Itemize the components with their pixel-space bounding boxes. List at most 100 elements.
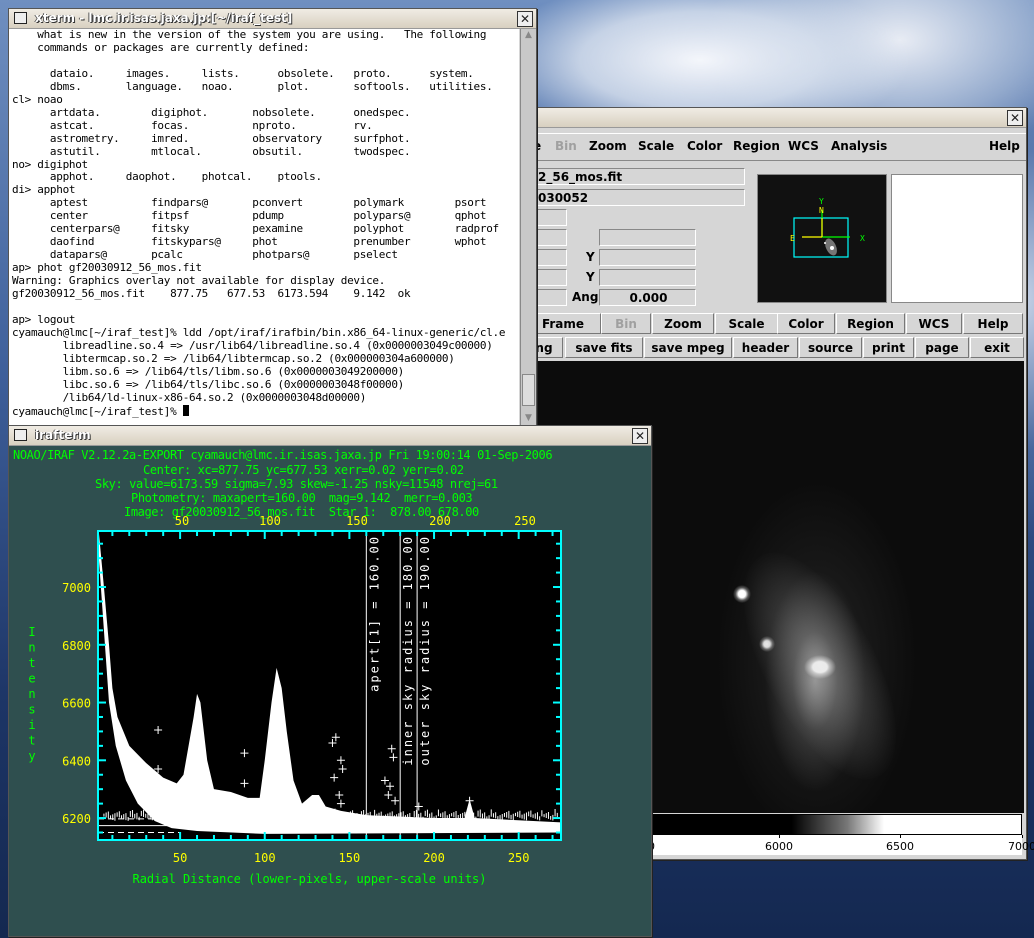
close-icon[interactable]: ✕ <box>632 428 648 444</box>
button-exit[interactable]: exit <box>970 337 1024 358</box>
graphics-area[interactable]: NOAO/IRAF V2.12.2a-EXPORT cyamauch@lmc.i… <box>9 446 651 936</box>
button-region[interactable]: Region <box>836 313 905 334</box>
x-tick-label: 200 <box>423 851 445 865</box>
y-tick-label: 6400 <box>62 754 91 768</box>
terminal-line: astcat. focas. nproto. rv. <box>12 118 373 132</box>
button-zoom[interactable]: Zoom <box>652 313 714 334</box>
terminal-line: what is new in the version of the system… <box>12 29 487 41</box>
radius-label: inner sky radius = 180.00 <box>401 535 415 766</box>
terminal-line: datapars@ pcalc photpars@ pselect <box>12 248 398 262</box>
scrollbar[interactable]: ▲ ▼ <box>520 29 536 426</box>
ds9-menubar: e Bin Zoom Scale Color Region WCS Analysis Help <box>533 133 1026 161</box>
panner-graphics: X Y N E <box>790 197 865 258</box>
terminal-line: no> digiphot <box>12 157 88 171</box>
colorbar-tick <box>779 835 780 838</box>
colorbar-tick <box>900 835 901 838</box>
terminal-line: artdata. digiphot. nobsolete. onedspec. <box>12 105 411 119</box>
x-tick-label: 150 <box>339 851 361 865</box>
button-print[interactable]: print <box>863 337 914 358</box>
terminal-line: cyamauch@lmc[~/iraf_test]% ldd /opt/iraf… <box>12 325 506 339</box>
button-color[interactable]: Color <box>777 313 835 334</box>
y-label: Y <box>586 270 595 284</box>
magnifier <box>891 174 1023 303</box>
galaxy-image <box>712 529 928 803</box>
menu-region[interactable]: Region <box>733 139 780 153</box>
terminal-line: di> apphot <box>12 183 76 197</box>
panner-x-label: X <box>860 234 865 243</box>
colorbar-tick-label: 6000 <box>765 840 793 853</box>
irafterm-titlebar[interactable]: irafterm ✕ <box>9 426 651 446</box>
panner-y-label: Y <box>819 197 824 206</box>
menu-wcs[interactable]: WCS <box>788 139 819 153</box>
wcs-y-field-blank <box>599 229 696 246</box>
y-axis-label: Intensity <box>28 625 35 763</box>
physical-x-field <box>535 269 567 286</box>
scrollbar-thumb[interactable] <box>522 374 535 406</box>
terminal-line: libtermcap.so.2 => /lib64/libtermcap.so.… <box>12 351 455 365</box>
terminal-line: libm.so.6 => /lib64/tls/libm.so.6 (0x000… <box>12 364 405 378</box>
button-scale[interactable]: Scale <box>715 313 778 334</box>
y-tick-label: 6800 <box>62 639 91 653</box>
menu-scale[interactable]: Scale <box>638 139 674 153</box>
terminal-line: apphot. daophot. photcal. ptools. <box>12 170 322 184</box>
window-menu-icon[interactable] <box>14 429 27 441</box>
menu-analysis[interactable]: Analysis <box>831 139 887 153</box>
terminal-output[interactable]: what is new in the version of the system… <box>9 29 519 426</box>
close-icon[interactable]: ✕ <box>517 11 533 27</box>
radial-profile-plot: apert[1] = 160.00 inner sky radius = 180.… <box>28 514 562 886</box>
button-bin[interactable]: Bin <box>601 313 651 334</box>
window-menu-icon[interactable] <box>14 12 27 24</box>
scroll-up-icon[interactable]: ▲ <box>522 30 535 42</box>
menu-help[interactable]: Help <box>989 139 1020 153</box>
terminal-text: what is new in the version of the system… <box>9 29 519 419</box>
radius-label: apert[1] = 160.00 <box>367 535 381 692</box>
terminal-line: ap> logout <box>12 312 76 326</box>
colorbar-scale: 0600065007000 <box>648 835 1034 855</box>
scroll-down-icon[interactable]: ▼ <box>522 413 535 425</box>
menu-color[interactable]: Color <box>687 139 722 153</box>
panner[interactable]: X Y N E <box>757 174 887 303</box>
x-tick-label: 250 <box>508 851 530 865</box>
y-axis-label-char: n <box>28 687 35 701</box>
button-help[interactable]: Help <box>963 313 1023 334</box>
ang-label: Ang <box>572 290 599 304</box>
terminal-line: /lib64/ld-linux-x86-64.so.2 (0x000000304… <box>12 390 367 404</box>
window-title: xterm - lmc.ir.isas.jaxa.jp:[~/iraf_test… <box>35 11 293 25</box>
upper-x-tick-label: 150 <box>346 514 368 528</box>
image-x-field <box>535 249 567 266</box>
ds9-titlebar[interactable]: ✕ <box>535 108 1026 128</box>
wcs-x-field <box>535 229 567 246</box>
xterm-titlebar[interactable]: xterm - lmc.ir.isas.jaxa.jp:[~/iraf_test… <box>9 9 536 29</box>
image-y-field <box>599 249 696 266</box>
y-tick-label: 7000 <box>62 581 91 595</box>
terminal-line: commands or packages are currently defin… <box>12 40 310 54</box>
panner-e-label: E <box>790 234 795 243</box>
irafterm-window: irafterm ✕ NOAO/IRAF V2.12.2a-EXPORT cya… <box>8 425 652 937</box>
menu-bin[interactable]: Bin <box>555 139 577 153</box>
y-axis-label-char: t <box>28 656 35 670</box>
terminal-line: center fitpsf pdump polypars@ qphot <box>12 209 487 223</box>
terminal-line: libc.so.6 => /lib64/tls/libc.so.6 (0x000… <box>12 377 405 391</box>
close-icon[interactable]: ✕ <box>1007 110 1023 126</box>
button-save-mpeg[interactable]: save mpeg <box>644 337 732 358</box>
cursor <box>182 404 189 416</box>
y-axis-label-char: i <box>28 718 35 732</box>
x-tick-label: 50 <box>173 851 187 865</box>
button-save-fits[interactable]: save fits <box>565 337 643 358</box>
y-tick-label: 6600 <box>62 697 91 711</box>
terminal-line: cl> noao <box>12 92 63 106</box>
xterm-window: xterm - lmc.ir.isas.jaxa.jp:[~/iraf_test… <box>8 8 537 427</box>
button-source[interactable]: source <box>799 337 862 358</box>
value-field <box>535 209 567 226</box>
button-wcs[interactable]: WCS <box>906 313 962 334</box>
terminal-line: astrometry. imred. observatory surfphot. <box>12 131 411 145</box>
menu-zoom[interactable]: Zoom <box>589 139 627 153</box>
y-axis-label-char: I <box>28 625 35 639</box>
button-header[interactable]: header <box>733 337 798 358</box>
angle-field: 0.000 <box>599 289 696 306</box>
button-page[interactable]: page <box>915 337 969 358</box>
upper-x-tick-label: 50 <box>175 514 189 528</box>
upper-x-tick-label: 200 <box>429 514 451 528</box>
y-axis-label-char: y <box>28 749 35 763</box>
colorbar[interactable] <box>650 814 1022 835</box>
